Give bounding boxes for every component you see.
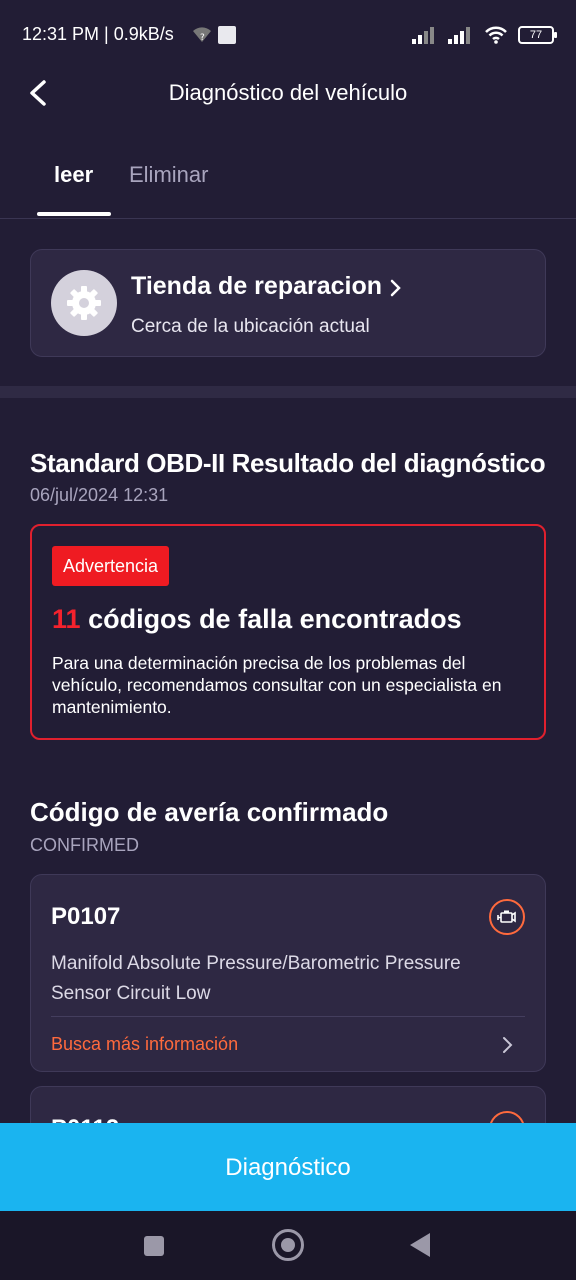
fault-count: 11: [52, 604, 81, 634]
more-info-link[interactable]: Busca más información: [51, 1034, 238, 1055]
gear-icon: [51, 270, 117, 336]
fault-count-text: códigos de falla encontrados: [88, 604, 462, 634]
warning-card: Advertencia 11 códigos de falla encontra…: [30, 524, 546, 740]
tabs-divider: [0, 218, 576, 219]
page-title: Diagnóstico del vehículo: [168, 80, 408, 105]
wifi-icon: [485, 26, 507, 44]
fault-code-card[interactable]: P0107 Manifold Absolute Pressure/Baromet…: [30, 874, 546, 1072]
chevron-right-icon: [389, 278, 403, 303]
result-date: 06/jul/2024 12:31: [30, 485, 169, 505]
confirmed-title: Código de avería confirmado: [30, 797, 389, 827]
wifi-alert-icon: ?: [192, 26, 212, 49]
signal-icon: [412, 27, 434, 44]
confirmed-subtitle: CONFIRMED: [30, 835, 139, 855]
tab-delete[interactable]: Eliminar: [129, 162, 208, 188]
fault-count-heading: 11 códigos de falla encontrados: [52, 604, 462, 635]
battery-icon: 77: [518, 26, 557, 44]
diagnose-button[interactable]: Diagnóstico: [0, 1123, 576, 1211]
warning-badge: Advertencia: [52, 546, 170, 586]
signal-icon-2: [448, 27, 470, 44]
back-nav-button[interactable]: [410, 1233, 430, 1257]
warning-body: Para una determinación precisa de los pr…: [52, 653, 502, 717]
result-title: Standard OBD-II Resultado del diagnóstic…: [30, 448, 546, 478]
status-time: 12:31 PM | 0.9kB/s: [22, 24, 174, 44]
engine-icon: [489, 899, 525, 935]
status-bar: 12:31 PM | 0.9kB/s ? 77: [0, 0, 576, 70]
card-divider: [51, 1016, 525, 1017]
recent-apps-button[interactable]: [144, 1236, 164, 1256]
repair-shop-card[interactable]: Tienda de reparacion Cerca de la ubicaci…: [30, 249, 546, 357]
tab-read[interactable]: leer: [54, 162, 93, 188]
fault-code: P0107: [51, 903, 121, 930]
tab-indicator: [37, 212, 111, 216]
status-icons: 77: [412, 24, 557, 46]
fault-description: Manifold Absolute Pressure/Barometric Pr…: [51, 953, 461, 1004]
repair-shop-subtitle: Cerca de la ubicación actual: [131, 316, 370, 337]
notification-icon: [218, 26, 236, 44]
section-separator: [0, 386, 576, 398]
home-button-dot: [281, 1238, 295, 1252]
repair-shop-title: Tienda de reparacion: [131, 272, 383, 300]
svg-text:?: ?: [200, 33, 205, 43]
chevron-right-icon[interactable]: [501, 1035, 515, 1060]
